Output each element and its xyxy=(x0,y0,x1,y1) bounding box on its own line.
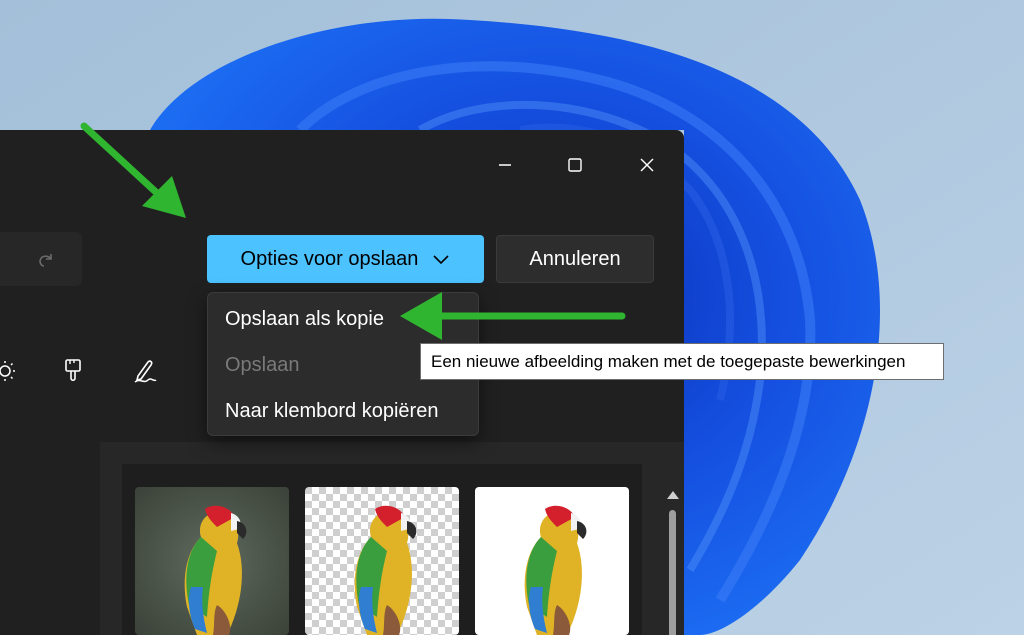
scrollbar-thumb[interactable] xyxy=(669,510,676,635)
tooltip-text: Een nieuwe afbeelding maken met de toege… xyxy=(431,351,906,371)
close-button[interactable] xyxy=(624,150,670,180)
cancel-label: Annuleren xyxy=(529,247,621,270)
paint-button[interactable] xyxy=(58,356,88,386)
background-options-panel xyxy=(100,442,684,635)
menu-item-copy-clipboard[interactable]: Naar klembord kopiëren xyxy=(212,389,474,433)
cancel-button[interactable]: Annuleren xyxy=(496,235,654,283)
scroll-up-arrow-icon[interactable] xyxy=(666,490,680,500)
parrot-image xyxy=(135,487,289,635)
menu-item-save-copy[interactable]: Opslaan als kopie xyxy=(212,297,474,341)
parrot-transparent-image xyxy=(305,487,459,635)
markup-button[interactable] xyxy=(130,356,160,386)
menu-item-save-label: Opslaan xyxy=(225,353,300,376)
save-options-label: Opties voor opslaan xyxy=(240,247,419,270)
thumbnail-white[interactable] xyxy=(475,487,629,635)
brightness-button[interactable] xyxy=(0,356,20,386)
close-icon xyxy=(640,158,654,172)
pen-markup-icon xyxy=(134,360,157,383)
maximize-button[interactable] xyxy=(552,150,598,180)
brightness-icon xyxy=(0,361,15,381)
parrot-white-image xyxy=(475,487,629,635)
undo-redo-group xyxy=(0,232,82,286)
chevron-down-icon xyxy=(433,255,450,265)
minimize-button[interactable] xyxy=(482,150,528,180)
menu-item-save-copy-label: Opslaan als kopie xyxy=(225,307,384,330)
save-options-button[interactable]: Opties voor opslaan xyxy=(207,235,484,283)
menu-item-copy-clipboard-label: Naar klembord kopiëren xyxy=(225,399,439,422)
thumbnail-list xyxy=(122,464,679,635)
photos-app-window: Opties voor opslaan Annuleren Opslaan al… xyxy=(0,130,684,635)
thumbnail-transparent[interactable] xyxy=(305,487,459,635)
maximize-icon xyxy=(568,158,582,172)
thumbnail-original[interactable] xyxy=(135,487,289,635)
redo-icon xyxy=(39,254,52,267)
redo-button[interactable] xyxy=(32,248,60,272)
tooltip: Een nieuwe afbeelding maken met de toege… xyxy=(420,343,944,380)
minimize-icon xyxy=(499,164,511,166)
paint-brush-icon xyxy=(65,359,81,382)
